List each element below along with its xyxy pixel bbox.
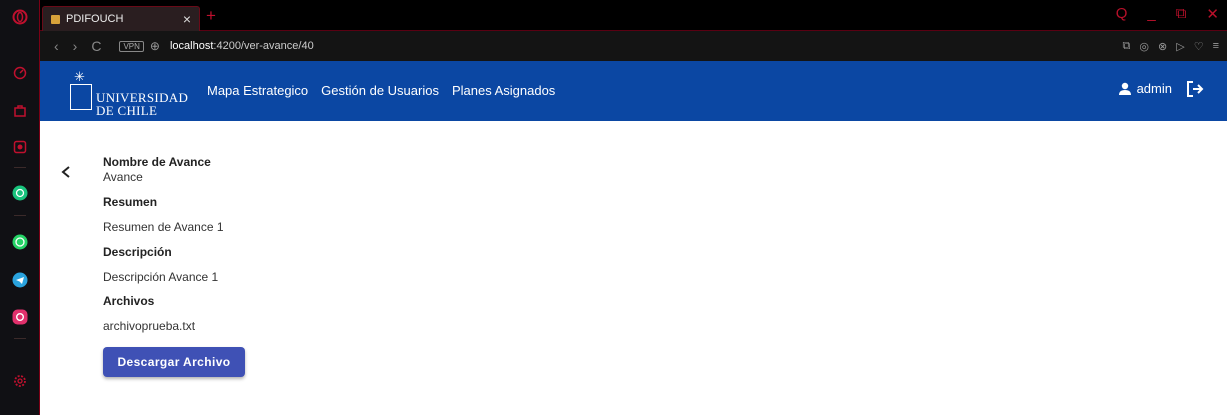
url-field[interactable]: localhost:4200/ver-avance/40 [170, 40, 314, 52]
main-content: Nombre de Avance Avance Resumen Resumen … [40, 121, 1227, 415]
instagram-icon[interactable] [11, 308, 29, 326]
restore-button[interactable]: ⧉ [1176, 5, 1187, 23]
new-tab-button[interactable]: + [206, 6, 216, 26]
shield-icon [70, 84, 92, 110]
archivos-label: Archivos [103, 294, 155, 308]
resumen-label: Resumen [103, 195, 158, 209]
tab-pdifouch[interactable]: PDIFOUCH × [42, 6, 200, 31]
whatsapp-icon[interactable] [11, 233, 29, 251]
snapshot-icon[interactable]: ◎ [1139, 40, 1149, 53]
tab-close-button[interactable]: × [183, 11, 191, 27]
favicon-icon [51, 14, 60, 24]
user-menu[interactable]: admin [1118, 81, 1172, 96]
address-bar: ‹ › C VPN ⊕ localhost:4200/ver-avance/40… [40, 31, 1227, 61]
nombre-label: Nombre de Avance [103, 155, 211, 169]
menu-planes-asignados[interactable]: Planes Asignados [452, 83, 555, 98]
url-path: :4200/ver-avance/40 [213, 40, 314, 52]
top-navbar: ✳ UNIVERSIDAD DE CHILE Mapa Estrategico … [40, 61, 1227, 121]
app-viewport: ✳ UNIVERSIDAD DE CHILE Mapa Estrategico … [40, 61, 1227, 415]
chatgpt-icon[interactable] [11, 184, 29, 202]
reload-button[interactable]: C [91, 38, 101, 54]
back-nav-button[interactable]: ‹ [54, 38, 59, 54]
main-menu: Mapa Estrategico Gestión de Usuarios Pla… [207, 83, 568, 98]
vpn-badge[interactable]: VPN [119, 40, 144, 52]
logout-icon[interactable] [1185, 79, 1205, 99]
extension-icon[interactable] [11, 138, 29, 156]
descripcion-label: Descripción [103, 245, 172, 259]
search-tabs-icon[interactable]: Q [1116, 5, 1128, 23]
bag-icon[interactable] [11, 101, 29, 119]
easy-setup-icon[interactable]: ≡ [1213, 40, 1219, 53]
speed-dial-icon[interactable] [11, 64, 29, 82]
user-icon [1118, 82, 1131, 95]
heart-icon[interactable]: ♡ [1194, 40, 1204, 53]
browser-sidebar [0, 0, 40, 415]
url-host: localhost [169, 40, 214, 52]
globe-icon: ⊕ [149, 39, 160, 53]
username: admin [1136, 81, 1172, 96]
sun-icon: ✳ [74, 69, 85, 84]
logo-line2: DE CHILE [96, 103, 158, 118]
uchile-logo[interactable]: ✳ UNIVERSIDAD DE CHILE [70, 69, 188, 118]
flow-icon[interactable]: ▷ [1176, 40, 1184, 53]
back-arrow-icon[interactable] [60, 165, 72, 179]
download-file-button[interactable]: Descargar Archivo [103, 347, 245, 377]
minimize-button[interactable]: _ [1147, 5, 1155, 23]
forward-nav-button[interactable]: › [73, 38, 78, 54]
tab-title: PDIFOUCH [66, 13, 124, 25]
resumen-value: Resumen de Avance 1 [103, 220, 224, 234]
telegram-icon[interactable] [11, 271, 29, 289]
close-window-button[interactable]: ✕ [1206, 5, 1219, 23]
adblock-icon[interactable]: ⊗ [1158, 40, 1167, 53]
menu-mapa-estrategico[interactable]: Mapa Estrategico [207, 83, 308, 98]
archivo-name: archivoprueba.txt [103, 319, 196, 333]
window-controls: Q _ ⧉ ✕ [1116, 5, 1219, 23]
share-icon[interactable]: ⧉ [1123, 40, 1131, 53]
tab-bar: PDIFOUCH × + Q _ ⧉ ✕ [40, 0, 1227, 31]
descripcion-value: Descripción Avance 1 [103, 270, 219, 284]
menu-gestion-usuarios[interactable]: Gestión de Usuarios [321, 83, 439, 98]
settings-icon[interactable] [11, 372, 29, 390]
nombre-value: Avance [103, 170, 143, 184]
opera-icon[interactable] [11, 8, 29, 26]
